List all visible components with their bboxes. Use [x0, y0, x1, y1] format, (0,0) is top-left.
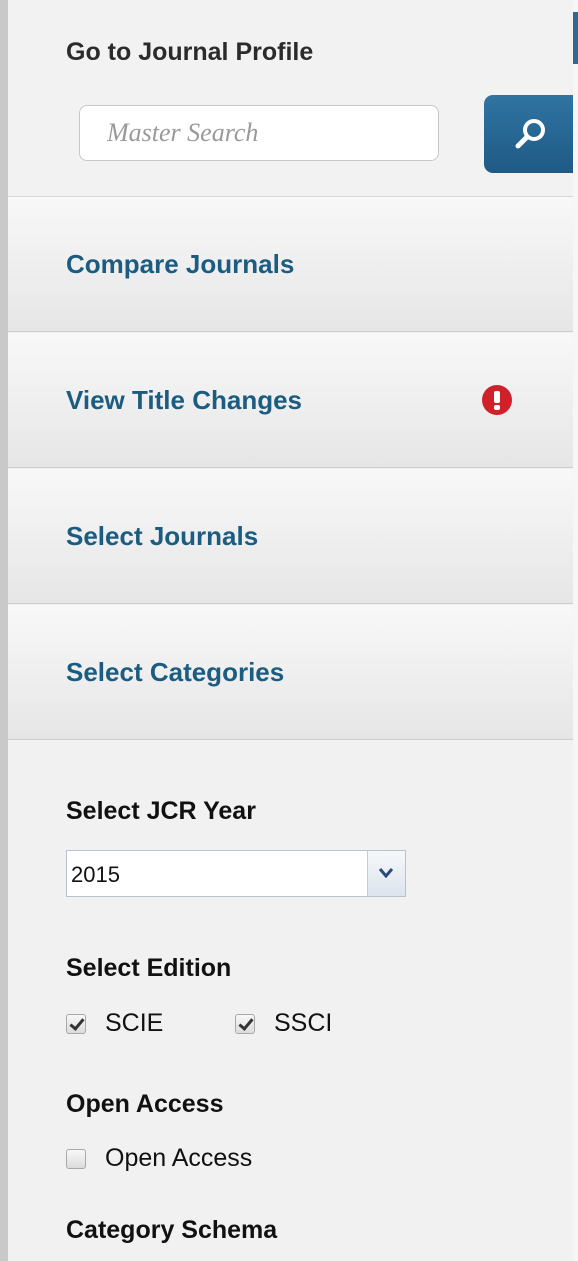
- jcr-year-heading: Select JCR Year: [66, 797, 256, 825]
- ssci-label: SSCI: [274, 1009, 333, 1037]
- scie-checkbox[interactable]: [66, 1013, 86, 1034]
- nav-select-journals-label: Select Journals: [66, 521, 259, 551]
- magnifier-icon: [515, 119, 545, 149]
- nav-select-categories[interactable]: Select Categories: [8, 605, 573, 740]
- profile-heading: Go to Journal Profile: [66, 38, 314, 66]
- nav-compare-journals-label: Compare Journals: [66, 249, 295, 279]
- edition-option-ssci[interactable]: SSCI: [235, 1009, 332, 1038]
- journal-profile-section: Go to Journal Profile: [8, 0, 578, 197]
- jcr-year-value: 2015: [71, 862, 120, 887]
- right-edge: [573, 0, 578, 1261]
- nav-select-journals[interactable]: Select Journals: [8, 469, 573, 604]
- open-access-heading: Open Access: [66, 1090, 224, 1118]
- chevron-down-icon: [379, 868, 393, 878]
- journal-sidebar-page: Go to Journal Profile Compare Journals V…: [0, 0, 578, 1261]
- edition-option-scie[interactable]: SCIE: [66, 1009, 163, 1038]
- nav-compare-journals[interactable]: Compare Journals: [8, 197, 573, 332]
- jcr-year-dropdown-button[interactable]: [367, 851, 405, 896]
- nav-view-title-changes-label: View Title Changes: [66, 385, 303, 415]
- left-border: [0, 0, 8, 1261]
- open-access-checkbox[interactable]: [66, 1148, 86, 1169]
- right-edge-accent: [573, 12, 578, 64]
- exclamation-circle-icon: [482, 385, 512, 415]
- category-schema-heading: Category Schema: [66, 1216, 278, 1244]
- open-access-option[interactable]: Open Access: [66, 1144, 252, 1173]
- sidebar-panel: Go to Journal Profile Compare Journals V…: [8, 0, 578, 1261]
- open-access-label: Open Access: [105, 1144, 253, 1172]
- ssci-checkbox[interactable]: [235, 1013, 255, 1034]
- search-button[interactable]: [484, 95, 578, 173]
- scie-label: SCIE: [105, 1009, 164, 1037]
- edition-heading: Select Edition: [66, 954, 232, 982]
- jcr-year-select[interactable]: 2015: [66, 850, 406, 897]
- nav-select-categories-label: Select Categories: [66, 657, 285, 687]
- master-search-input[interactable]: [79, 105, 439, 161]
